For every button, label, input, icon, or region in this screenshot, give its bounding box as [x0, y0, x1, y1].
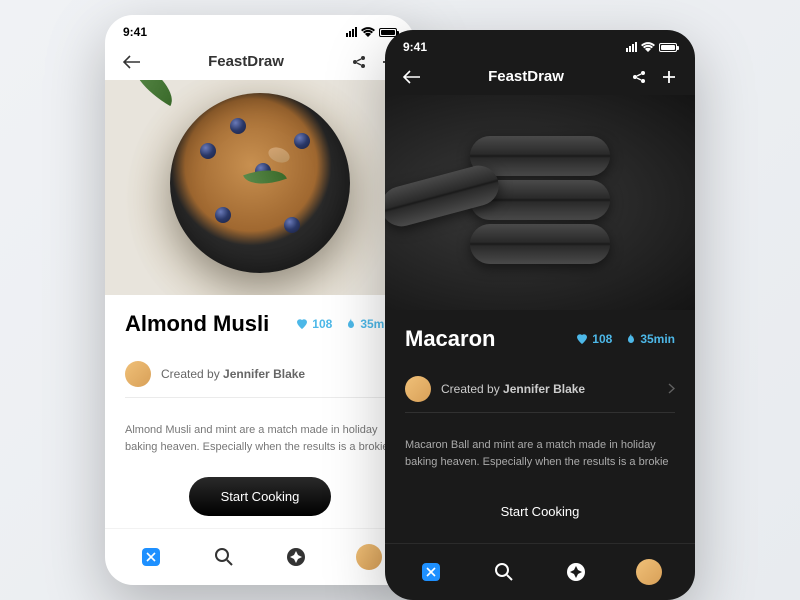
- flame-icon: [346, 318, 356, 330]
- info-section: Almond Musli 108 35min Created by Jennif…: [105, 295, 415, 408]
- creator-avatar: [405, 376, 431, 402]
- start-cooking-button[interactable]: Start Cooking: [189, 477, 332, 516]
- macarons-stack: [470, 136, 610, 268]
- signal-icon: [346, 27, 357, 37]
- nav-home[interactable]: [417, 558, 445, 586]
- status-right: [626, 42, 677, 52]
- time-stat: 35min: [626, 332, 675, 346]
- creator-row[interactable]: Created by Jennifer Blake: [405, 366, 675, 413]
- avatar-icon: [636, 559, 662, 585]
- phone-light: 9:41 FeastDraw Almond Musli 108: [105, 15, 415, 585]
- top-bar: FeastDraw: [105, 43, 415, 80]
- heart-icon: [576, 333, 588, 345]
- status-time: 9:41: [403, 40, 427, 54]
- share-icon[interactable]: [631, 69, 647, 85]
- nav-home[interactable]: [137, 543, 165, 571]
- creator-avatar: [125, 361, 151, 387]
- nav-search[interactable]: [210, 543, 238, 571]
- hero-image: [105, 80, 415, 295]
- status-time: 9:41: [123, 25, 147, 39]
- app-title: FeastDraw: [208, 53, 284, 70]
- wifi-icon: [361, 27, 375, 37]
- nav-explore[interactable]: [562, 558, 590, 586]
- phone-dark: 9:41 FeastDraw Macaron 108 3: [385, 30, 695, 600]
- info-section: Macaron 108 35min Created by Jennifer Bl…: [385, 310, 695, 423]
- bottom-nav: [105, 528, 415, 585]
- creator-row[interactable]: Created by Jennifer Blake: [125, 351, 395, 398]
- likes-stat[interactable]: 108: [576, 332, 612, 346]
- battery-icon: [659, 43, 677, 52]
- decor-leaf: [123, 80, 183, 106]
- description: Almond Musli and mint are a match made i…: [105, 408, 415, 471]
- top-bar: FeastDraw: [385, 58, 695, 95]
- battery-icon: [379, 28, 397, 37]
- likes-stat[interactable]: 108: [296, 317, 332, 331]
- bottom-nav: [385, 543, 695, 600]
- nav-explore[interactable]: [282, 543, 310, 571]
- app-title: FeastDraw: [488, 68, 564, 85]
- heart-icon: [296, 318, 308, 330]
- flame-icon: [626, 333, 636, 345]
- avatar-icon: [356, 544, 382, 570]
- nav-profile[interactable]: [635, 558, 663, 586]
- hero-image: [385, 95, 695, 310]
- recipe-title: Almond Musli: [125, 311, 282, 337]
- signal-icon: [626, 42, 637, 52]
- food-bowl: [170, 93, 350, 273]
- nav-search[interactable]: [490, 558, 518, 586]
- nav-profile[interactable]: [355, 543, 383, 571]
- share-icon[interactable]: [351, 54, 367, 70]
- wifi-icon: [641, 42, 655, 52]
- start-cooking-button[interactable]: Start Cooking: [469, 492, 612, 531]
- status-bar: 9:41: [385, 30, 695, 58]
- description: Macaron Ball and mint are a match made i…: [385, 423, 695, 486]
- status-bar: 9:41: [105, 15, 415, 43]
- creator-label: Created by Jennifer Blake: [161, 367, 305, 381]
- add-icon[interactable]: [661, 69, 677, 85]
- back-icon[interactable]: [403, 70, 421, 84]
- status-right: [346, 27, 397, 37]
- creator-label: Created by Jennifer Blake: [441, 382, 585, 396]
- chevron-right-icon: [668, 383, 675, 394]
- recipe-title: Macaron: [405, 326, 562, 352]
- back-icon[interactable]: [123, 55, 141, 69]
